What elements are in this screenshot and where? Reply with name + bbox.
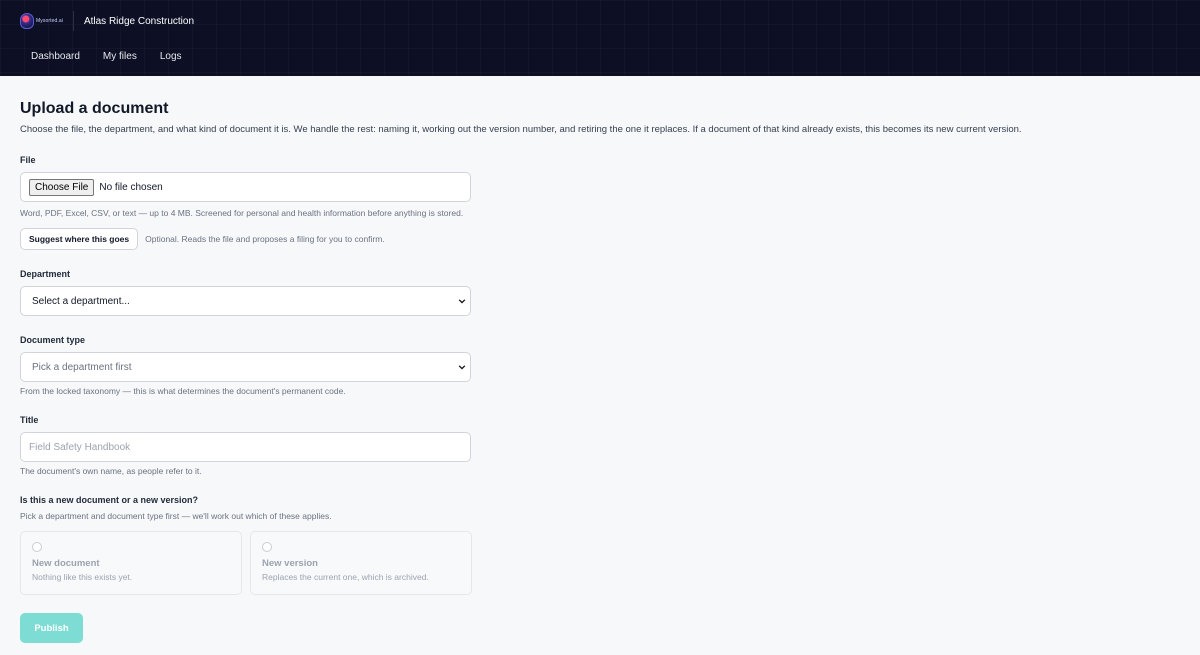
chevron-down-icon — [458, 299, 466, 304]
title-label: Title — [20, 415, 39, 425]
option-subtitle: Replaces the current one, which is archi… — [262, 572, 429, 582]
version-options: New document Nothing like this exists ye… — [20, 531, 1180, 595]
file-status: No file chosen — [99, 181, 163, 193]
doc-type-select[interactable]: Pick a department first — [20, 352, 471, 382]
doc-type-value: Pick a department first — [32, 361, 132, 373]
radio-new-document[interactable] — [32, 542, 42, 552]
app-logo[interactable]: Mysorted.ai — [20, 11, 74, 31]
department-value: Select a department... — [32, 295, 130, 307]
company-name: Atlas Ridge Construction — [83, 15, 195, 27]
upload-form: Upload a document Choose the file, the d… — [0, 76, 1200, 643]
department-select[interactable]: Select a department... — [20, 286, 471, 316]
title-placeholder: Field Safety Handbook — [29, 441, 131, 453]
page-intro: Choose the file, the department, and wha… — [20, 124, 1022, 135]
title-help: The document's own name, as people refer… — [20, 466, 202, 476]
nav-logs[interactable]: Logs — [160, 51, 182, 62]
suggest-button[interactable]: Suggest where this goes — [20, 228, 139, 250]
suggest-row: Suggest where this goes Optional. Reads … — [20, 228, 1180, 250]
doc-type-help: From the locked taxonomy — this is what … — [20, 386, 346, 396]
department-label: Department — [20, 269, 71, 279]
nav-my-files[interactable]: My files — [103, 51, 137, 62]
file-label: File — [20, 155, 36, 165]
logo-text: Mysorted.ai — [36, 18, 63, 24]
main-nav: Dashboard My files Logs — [31, 51, 182, 62]
file-input[interactable]: Choose File No file chosen — [20, 172, 471, 202]
chevron-down-icon — [458, 365, 466, 370]
publish-button[interactable]: Publish — [20, 613, 83, 643]
suggest-note: Optional. Reads the file and proposes a … — [145, 234, 385, 244]
title-input[interactable]: Field Safety Handbook — [20, 432, 471, 462]
nav-dashboard[interactable]: Dashboard — [31, 51, 80, 62]
choose-file-button[interactable]: Choose File — [29, 178, 95, 196]
option-subtitle: Nothing like this exists yet. — [32, 572, 133, 582]
brand-row: Mysorted.ai Atlas Ridge Construction — [20, 10, 194, 32]
top-navbar: Mysorted.ai Atlas Ridge Construction Das… — [0, 0, 1200, 76]
version-label: Is this a new document or a new version? — [20, 495, 199, 505]
option-title: New version — [262, 558, 318, 569]
doc-type-label: Document type — [20, 335, 86, 345]
option-new-document[interactable]: New document Nothing like this exists ye… — [20, 531, 242, 595]
page-title: Upload a document — [20, 100, 169, 117]
version-help: Pick a department and document type firs… — [20, 511, 332, 521]
file-help: Word, PDF, Excel, CSV, or text — up to 4… — [20, 208, 464, 218]
option-title: New document — [32, 558, 100, 569]
option-new-version[interactable]: New version Replaces the current one, wh… — [250, 531, 472, 595]
logo-icon — [20, 13, 34, 29]
radio-new-version[interactable] — [262, 542, 272, 552]
